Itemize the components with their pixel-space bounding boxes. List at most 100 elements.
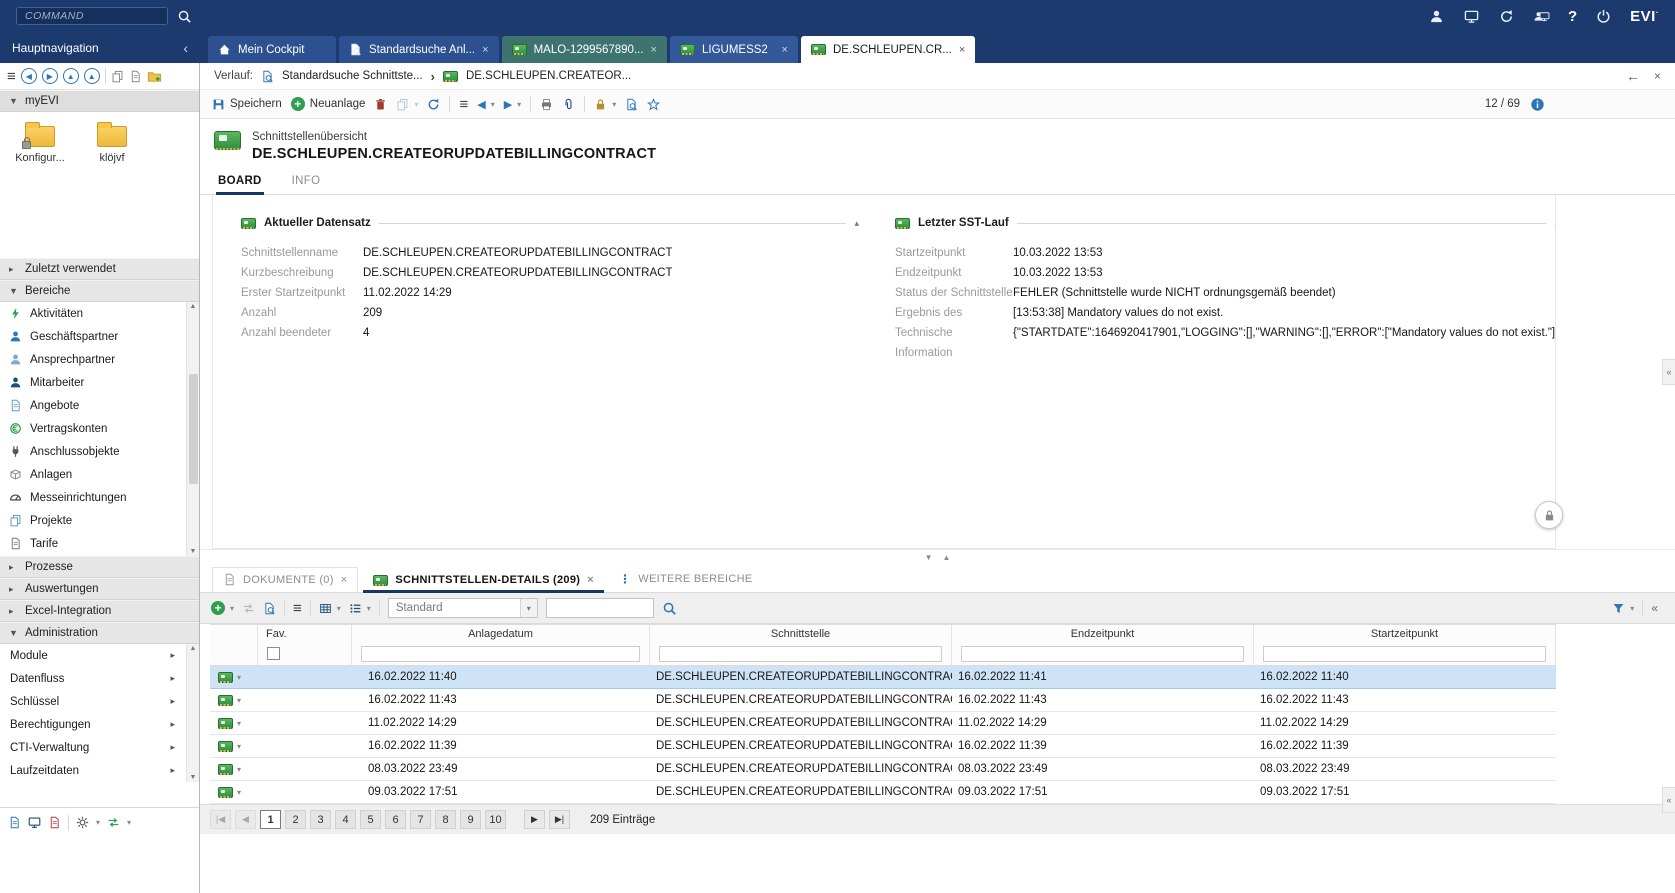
next-record-button[interactable]: ▶▾ [504, 98, 521, 111]
sidebar-item-module[interactable]: Module ▸ [0, 644, 185, 667]
sidebar-section-myevi[interactable]: ▼ myEVI [0, 90, 199, 112]
sidebar-item-geschaeftspartner[interactable]: Geschäftspartner [0, 325, 185, 348]
sidebar-item-ansprechpartner[interactable]: Ansprechpartner [0, 348, 185, 371]
sidebar-item-mitarbeiter[interactable]: Mitarbeiter [0, 371, 185, 394]
command-search-icon[interactable] [176, 8, 193, 25]
fav-cell[interactable] [258, 781, 352, 803]
sync-dropdown-icon[interactable]: ▾ [127, 818, 131, 827]
bereiche-scrollbar[interactable]: ▲ ▼ [186, 302, 199, 556]
nav-forward-icon[interactable]: ▶ [42, 68, 58, 84]
filter-anlagedatum-input[interactable] [361, 646, 640, 662]
sidebar-item-datenfluss[interactable]: Datenfluss ▸ [0, 667, 185, 690]
sidebar-item-schluessel[interactable]: Schlüssel ▸ [0, 690, 185, 713]
folder-konfiguration[interactable]: Konfigur... [12, 126, 68, 164]
sidebar-item-projekte[interactable]: Projekte [0, 509, 185, 532]
sidebar-item-angebote[interactable]: Angebote [0, 394, 185, 417]
document-icon[interactable] [129, 70, 142, 83]
tab-dokumente[interactable]: DOKUMENTE (0) × [212, 567, 358, 592]
tab-close-icon[interactable]: × [341, 574, 348, 586]
save-button[interactable]: Speichern [212, 98, 282, 111]
help-button[interactable]: ? [1568, 8, 1577, 25]
table-row[interactable]: ▾ 11.02.2022 14:29 DE.SCHLEUPEN.CREATEOR… [210, 712, 1556, 735]
page-button-9[interactable]: 9 [460, 810, 481, 829]
collapse-down-icon[interactable]: ▼ [925, 553, 933, 562]
new-folder-icon[interactable] [147, 69, 162, 84]
redo-icon[interactable] [1498, 8, 1515, 25]
next-page-button[interactable]: ▶ [524, 810, 545, 829]
table-view-button[interactable]: ▾ [319, 602, 341, 615]
prev-page-button[interactable]: ◀ [235, 810, 256, 829]
quick-filter-input[interactable] [546, 598, 654, 618]
copy-button[interactable]: ▾ [396, 98, 418, 111]
collapse-right-panel-icon[interactable]: « [1662, 787, 1675, 813]
fav-cell[interactable] [258, 666, 352, 688]
panel-splitter[interactable]: ▼ ▲ [200, 549, 1675, 565]
table-row[interactable]: ▾ 09.03.2022 17:51 DE.SCHLEUPEN.CREATEOR… [210, 781, 1556, 804]
page-button-7[interactable]: 7 [410, 810, 431, 829]
new-record-button[interactable]: + Neuanlage [291, 97, 366, 111]
sidebar-item-messeinrichtungen[interactable]: Messeinrichtungen [0, 486, 185, 509]
window-icon[interactable] [28, 816, 41, 829]
fav-checkbox[interactable] [267, 647, 280, 660]
sidebar-item-tarife[interactable]: Tarife [0, 532, 185, 555]
tab-close-icon[interactable]: × [482, 44, 488, 56]
row-menu-icon[interactable]: ▾ [237, 742, 241, 751]
sidebar-item-vertragskonten[interactable]: Vertragskonten [0, 417, 185, 440]
row-menu-icon[interactable]: ▾ [237, 696, 241, 705]
column-anlagedatum[interactable]: Anlagedatum [352, 625, 650, 642]
row-menu-icon[interactable]: ▾ [237, 719, 241, 728]
refresh-button[interactable] [427, 98, 440, 111]
attachment-button[interactable] [562, 98, 575, 111]
folder-klojvf[interactable]: klöjvf [84, 126, 140, 164]
user-icon[interactable] [1428, 8, 1445, 25]
tab-close-icon[interactable]: × [587, 574, 594, 586]
view-select[interactable]: Standard ▾ [388, 598, 538, 618]
history-back-icon[interactable]: ← [1626, 68, 1640, 84]
tab-board[interactable]: BOARD [216, 175, 264, 194]
scroll-up-icon[interactable]: ▲ [190, 303, 197, 310]
lock-fab-icon[interactable] [1535, 501, 1563, 529]
nav-up-icon[interactable]: ▲ [63, 68, 79, 84]
page-button-8[interactable]: 8 [435, 810, 456, 829]
sidebar-item-cti-verwaltung[interactable]: CTI-Verwaltung ▸ [0, 736, 185, 759]
nav-top-icon[interactable]: ▲ [84, 68, 100, 84]
sidebar-item-aktivitaeten[interactable]: Aktivitäten [0, 302, 185, 325]
fav-cell[interactable] [258, 735, 352, 757]
sidebar-item-berechtigungen[interactable]: Berechtigungen ▸ [0, 713, 185, 736]
breadcrumb-item-2[interactable]: DE.SCHLEUPEN.CREATEOR... [466, 70, 631, 82]
gear-dropdown-icon[interactable]: ▾ [96, 818, 100, 827]
list-view-button[interactable]: ▾ [349, 602, 371, 615]
last-page-button[interactable]: ▶| [549, 810, 570, 829]
combo-dropdown-icon[interactable]: ▾ [520, 599, 537, 617]
pages-icon[interactable] [111, 70, 124, 83]
fav-cell[interactable] [258, 689, 352, 711]
nav-back-icon[interactable]: ◀ [21, 68, 37, 84]
window-tab-standardsuche[interactable]: Standardsuche Anl... × [339, 36, 499, 63]
sidebar-section-auswertungen[interactable]: ▸ Auswertungen [0, 578, 199, 600]
collapse-up-icon[interactable]: ▲ [943, 553, 951, 562]
power-icon[interactable] [1595, 8, 1612, 25]
table-row[interactable]: ▾ 08.03.2022 23:49 DE.SCHLEUPEN.CREATEOR… [210, 758, 1556, 781]
window-tab-ligumess[interactable]: LIGUMESS2 × [670, 36, 798, 63]
lock-button[interactable]: ▾ [594, 98, 616, 111]
sidebar-item-laufzeitdaten[interactable]: Laufzeitdaten ▸ [0, 759, 185, 782]
breadcrumb-item-1[interactable]: Standardsuche Schnittste... [282, 70, 423, 82]
menu-icon[interactable]: ≡ [293, 601, 302, 616]
filter-schnittstelle-input[interactable] [659, 646, 942, 662]
scroll-down-icon[interactable]: ▼ [190, 774, 197, 781]
column-endzeitpunkt[interactable]: Endzeitpunkt [952, 625, 1254, 642]
open-search-button[interactable] [263, 602, 276, 615]
row-menu-icon[interactable]: ▾ [237, 765, 241, 774]
collapse-group-icon[interactable]: ▴ [1554, 218, 1556, 229]
sidebar-item-anschlussobjekte[interactable]: Anschlussobjekte [0, 440, 185, 463]
sidebar-section-bereiche[interactable]: ▼ Bereiche [0, 280, 199, 302]
sidebar-section-prozesse[interactable]: ▸ Prozesse [0, 556, 199, 578]
tab-close-icon[interactable]: × [782, 44, 788, 56]
print-button[interactable] [540, 98, 553, 111]
filter-endzeitpunkt-input[interactable] [961, 646, 1244, 662]
first-page-button[interactable]: |◀ [210, 810, 231, 829]
sidebar-section-excel[interactable]: ▸ Excel-Integration [0, 600, 199, 622]
page-button-2[interactable]: 2 [285, 810, 306, 829]
fav-cell[interactable] [258, 712, 352, 734]
table-row[interactable]: ▾ 16.02.2022 11:39 DE.SCHLEUPEN.CREATEOR… [210, 735, 1556, 758]
